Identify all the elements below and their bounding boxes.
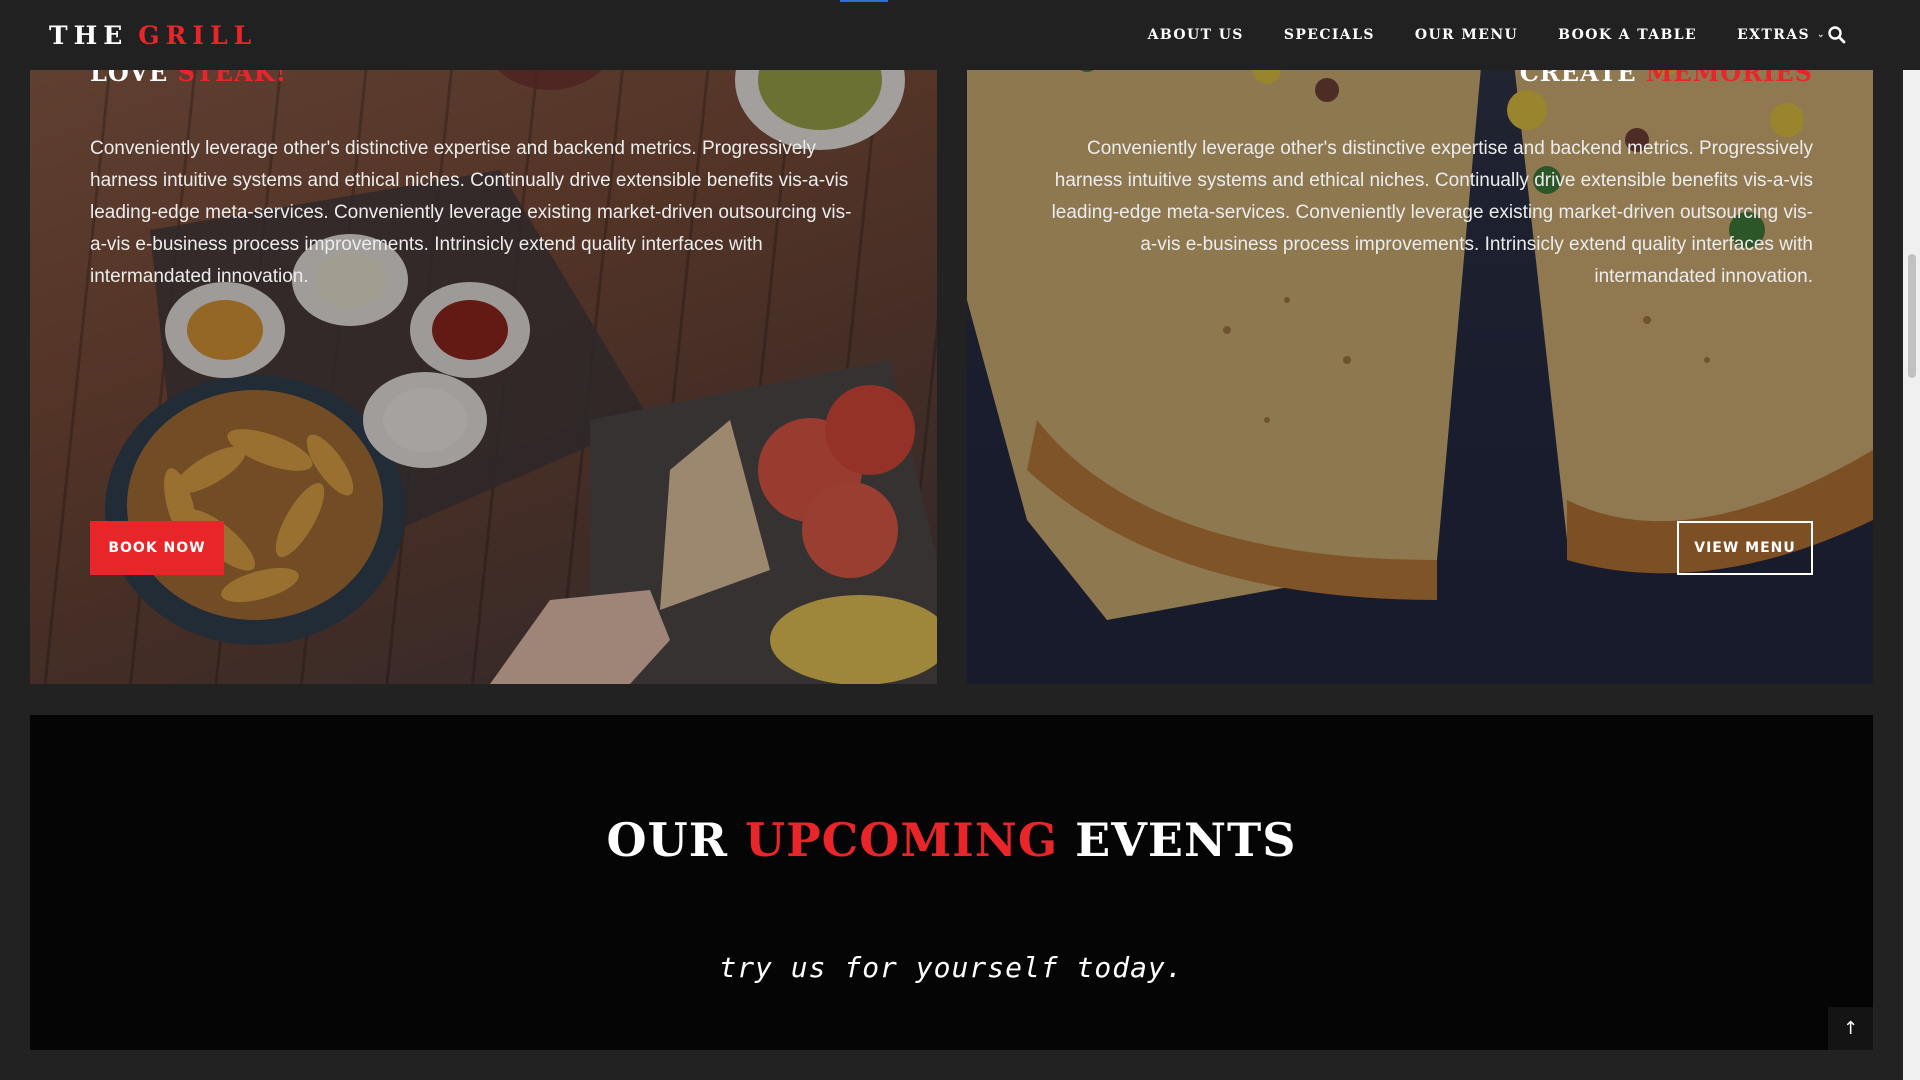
nav-extras-label: EXTRAS bbox=[1737, 27, 1811, 43]
upcoming-events-section: OUR UPCOMING EVENTS try us for yourself … bbox=[30, 715, 1873, 1050]
search-icon[interactable] bbox=[1827, 25, 1847, 45]
view-menu-button[interactable]: VIEW MENU bbox=[1677, 521, 1813, 575]
chevron-down-icon: ⌄ bbox=[1817, 30, 1826, 40]
love-steak-panel: LOVE STEAK! Conveniently leverage other'… bbox=[30, 0, 937, 684]
main-nav: ABOUT US SPECIALS OUR MENU BOOK A TABLE … bbox=[1108, 24, 1826, 46]
site-header: THE GRILL ABOUT US SPECIALS OUR MENU BOOK… bbox=[0, 0, 1920, 70]
nav-specials[interactable]: SPECIALS bbox=[1284, 27, 1375, 43]
site-logo[interactable]: THE GRILL bbox=[49, 21, 257, 51]
logo-word-the: THE bbox=[49, 21, 129, 50]
events-heading-upcoming: UPCOMING bbox=[744, 813, 1059, 867]
panel-description: Conveniently leverage other's distinctiv… bbox=[90, 138, 852, 287]
panel-darken-overlay bbox=[30, 0, 937, 684]
active-indicator bbox=[840, 0, 888, 2]
scrollbar-thumb[interactable] bbox=[1908, 254, 1916, 378]
nav-about-us[interactable]: ABOUT US bbox=[1148, 27, 1244, 43]
create-memories-panel: CREATE MEMORIES Conveniently leverage ot… bbox=[967, 0, 1873, 684]
book-now-button[interactable]: BOOK NOW bbox=[90, 521, 224, 575]
back-to-top-button[interactable]: ↑ bbox=[1828, 1007, 1873, 1050]
panel-darken-overlay bbox=[967, 0, 1873, 684]
events-heading-our: OUR bbox=[606, 813, 728, 867]
panel-description: Conveniently leverage other's distinctiv… bbox=[1051, 138, 1813, 287]
nav-book-a-table[interactable]: BOOK A TABLE bbox=[1558, 27, 1697, 43]
events-heading: OUR UPCOMING EVENTS bbox=[30, 813, 1873, 867]
nav-extras[interactable]: EXTRAS ⌄ bbox=[1737, 27, 1826, 43]
nav-our-menu[interactable]: OUR MENU bbox=[1415, 27, 1518, 43]
events-subtitle: try us for yourself today. bbox=[719, 951, 1184, 984]
arrow-up-icon: ↑ bbox=[1842, 1018, 1859, 1039]
events-heading-events: EVENTS bbox=[1075, 813, 1297, 867]
logo-word-grill: GRILL bbox=[138, 21, 258, 50]
page-scrollbar[interactable] bbox=[1903, 0, 1920, 1080]
